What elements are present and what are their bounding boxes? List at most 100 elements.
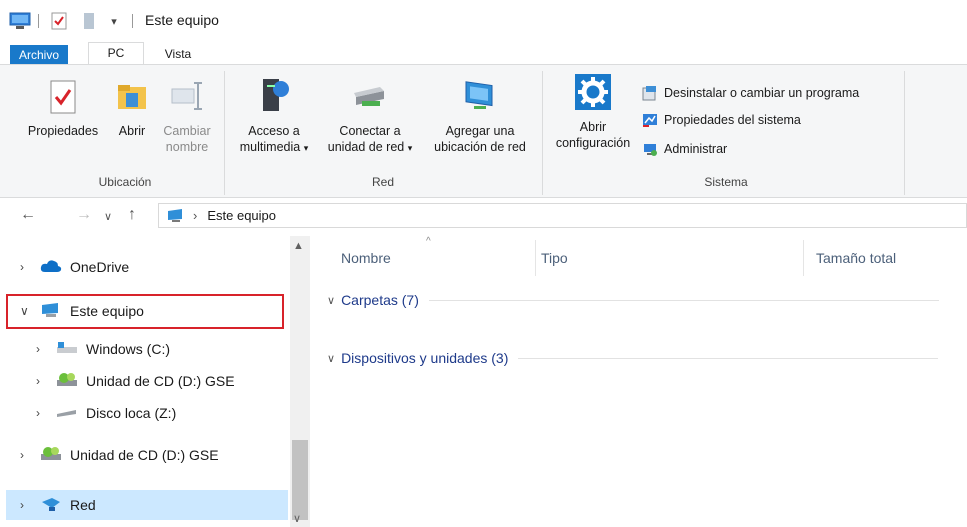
column-header-tipo[interactable]: Tipo xyxy=(541,250,568,266)
nombre-label: nombre xyxy=(165,140,209,154)
properties-icon xyxy=(18,79,108,119)
cd-drive-icon xyxy=(56,371,78,392)
settings-gear-icon xyxy=(548,73,638,115)
window-title: Este equipo xyxy=(145,12,219,28)
sidebar-item-label: Red xyxy=(70,497,96,513)
scrollbar-thumb[interactable] xyxy=(292,440,308,520)
sidebar-item-este-equipo[interactable]: ∨ Este equipo xyxy=(20,300,144,322)
up-arrow-icon[interactable]: ↑ xyxy=(128,206,136,224)
sidebar-item-label: Unidad de CD (D:) GSE xyxy=(70,447,219,463)
back-arrow-icon[interactable]: ← xyxy=(20,206,36,224)
scroll-down-arrow-icon[interactable]: ∨ xyxy=(293,512,301,525)
forward-arrow-icon[interactable]: → xyxy=(76,206,92,224)
breadcrumb-chevron-icon: › xyxy=(193,208,198,223)
sidebar-item-cd-drive[interactable]: › Unidad de CD (D:) GSE xyxy=(36,370,235,392)
multimedia-label: multimedia ▾ xyxy=(239,140,309,154)
recent-locations-chevron-icon[interactable]: ∨ xyxy=(104,210,112,223)
dropdown-arrow-icon: ▾ xyxy=(303,143,309,153)
sidebar-item-disco-z[interactable]: › Disco loca (Z:) xyxy=(36,402,176,424)
sidebar-item-windows-c[interactable]: › Windows (C:) xyxy=(36,338,170,360)
administrar-button[interactable]: Administrar xyxy=(642,139,727,159)
sidebar-item-label: Este equipo xyxy=(70,303,144,319)
agregar-label: Agregar una xyxy=(445,124,515,138)
abrir-config-label-1: Abrir xyxy=(579,120,607,134)
group-separator xyxy=(904,71,905,195)
abrir-config-label-2: configuración xyxy=(555,136,631,150)
collapse-chevron-icon[interactable]: ∨ xyxy=(327,294,335,307)
group-separator xyxy=(224,71,225,195)
propiedades-sistema-button[interactable]: Propiedades del sistema xyxy=(642,110,801,130)
cambiar-nombre-button[interactable]: Cambiar nombre xyxy=(156,79,218,155)
expand-chevron-icon[interactable]: › xyxy=(20,498,34,512)
sidebar-item-onedrive[interactable]: › OneDrive xyxy=(20,256,129,278)
separator xyxy=(132,14,133,28)
abrir-configuracion-button[interactable]: Abrir configuración xyxy=(548,73,638,151)
group-divider xyxy=(518,357,939,359)
column-separator[interactable] xyxy=(535,240,536,276)
system-properties-icon xyxy=(642,112,658,128)
tab-archivo[interactable]: Archivo xyxy=(10,45,68,65)
sidebar-item-label: Disco loca (Z:) xyxy=(86,405,177,421)
content-pane: ^ Nombre Tipo Tamaño total ∨ Carpetas (7… xyxy=(313,236,967,527)
abrir-label: Abrir xyxy=(118,124,146,138)
expand-chevron-icon[interactable]: › xyxy=(36,342,50,356)
expand-chevron-icon[interactable]: › xyxy=(20,260,34,274)
expand-chevron-icon[interactable]: › xyxy=(36,406,50,420)
column-header-nombre[interactable]: Nombre xyxy=(341,250,391,266)
expand-chevron-icon[interactable]: › xyxy=(36,374,50,388)
cambiar-label: Cambiar xyxy=(163,124,211,138)
sidebar-item-label: OneDrive xyxy=(70,259,130,275)
tab-pc[interactable]: PC xyxy=(88,42,144,66)
group-header-dispositivos[interactable]: ∨ Dispositivos y unidades (3) xyxy=(327,348,967,368)
agregar-ubicacion-button[interactable]: Agregar una ubicación de red xyxy=(424,75,536,155)
acceso-multimedia-button[interactable]: Acceso a multimedia ▾ xyxy=(230,75,318,156)
network-drive-icon xyxy=(318,75,422,119)
tab-vista[interactable]: Vista xyxy=(154,44,202,66)
network-icon xyxy=(40,496,62,515)
drive-icon xyxy=(56,341,78,358)
sidebar-item-cd-drive-2[interactable]: › Unidad de CD (D:) GSE xyxy=(20,444,219,466)
acceso-label: Acceso a xyxy=(248,124,300,138)
address-path[interactable]: Este equipo xyxy=(207,208,276,223)
ribbon-tabs: Archivo PC Vista xyxy=(0,40,967,66)
abrir-button[interactable]: Abrir xyxy=(110,79,154,139)
new-folder-quick-icon[interactable] xyxy=(78,10,100,32)
address-bar[interactable]: › Este equipo xyxy=(158,203,967,228)
propiedades-button[interactable]: Propiedades xyxy=(18,79,108,139)
sidebar-scrollbar[interactable]: ▲ ∨ xyxy=(290,236,310,527)
computer-icon xyxy=(8,10,32,32)
sidebar-item-label: Unidad de CD (D:) GSE xyxy=(86,373,235,389)
scroll-up-arrow-icon[interactable]: ▲ xyxy=(293,240,304,252)
computer-icon xyxy=(40,302,62,321)
dropdown-arrow-icon: ▾ xyxy=(407,143,413,153)
expand-chevron-icon[interactable]: › xyxy=(20,448,34,462)
navigation-pane: › OneDrive ∨ Este equipo › Windows (C:) … xyxy=(0,236,313,527)
cd-drive-icon xyxy=(40,445,62,466)
network-location-icon xyxy=(424,75,536,119)
properties-quick-icon[interactable] xyxy=(48,10,70,32)
open-folder-icon xyxy=(110,79,154,119)
sort-indicator-icon: ^ xyxy=(426,236,431,247)
collapse-chevron-icon[interactable]: ∨ xyxy=(327,352,335,365)
separator xyxy=(38,14,39,28)
cloud-icon xyxy=(40,259,62,276)
group-header-carpetas[interactable]: ∨ Carpetas (7) xyxy=(327,290,967,310)
group-label-ubicacion: Ubicación xyxy=(98,175,152,189)
media-server-icon xyxy=(230,75,318,119)
group-label: Dispositivos y unidades (3) xyxy=(341,350,509,366)
quick-access-dropdown-icon[interactable]: ▾ xyxy=(106,10,122,32)
propiedades-label: Propiedades xyxy=(27,124,99,138)
unidad-de-red-label: unidad de red ▾ xyxy=(327,140,413,154)
ribbon: Propiedades Abrir Cambiar nombre Ubicaci… xyxy=(0,64,967,198)
group-divider xyxy=(428,299,939,301)
column-separator[interactable] xyxy=(803,240,804,276)
column-header-tamano-total[interactable]: Tamaño total xyxy=(816,250,896,266)
administrar-label: Administrar xyxy=(664,142,728,156)
ubicacion-de-red-label: ubicación de red xyxy=(434,140,526,154)
group-label-red: Red xyxy=(371,175,394,189)
computer-icon xyxy=(167,208,185,223)
collapse-chevron-icon[interactable]: ∨ xyxy=(20,304,34,318)
sidebar-item-red[interactable]: › Red xyxy=(20,494,96,516)
desinstalar-programa-button[interactable]: Desinstalar o cambiar un programa xyxy=(642,83,859,103)
conectar-unidad-button[interactable]: Conectar a unidad de red ▾ xyxy=(318,75,422,156)
